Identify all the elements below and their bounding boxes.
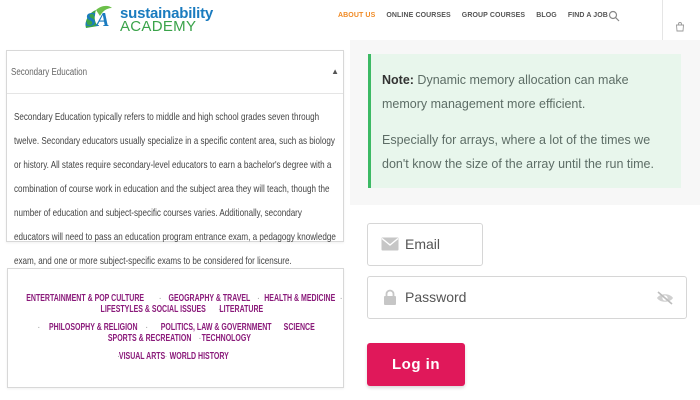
login-button[interactable]: Log in xyxy=(367,343,465,386)
category-link[interactable]: ENTERTAINMENT & POP CULTURE xyxy=(26,293,144,304)
eye-slash-icon[interactable] xyxy=(656,291,674,305)
category-link[interactable]: SCIENCE xyxy=(284,322,315,333)
nav-item-group-courses[interactable]: GROUP COURSES xyxy=(462,12,525,19)
email-field[interactable]: Email xyxy=(367,223,483,266)
site-header: SA sustainability ACADEMY ABOUT US ONLIN… xyxy=(0,0,700,42)
category-separator: · xyxy=(158,293,162,304)
secondary-education-accordion: Secondary Education ▲ Secondary Educatio… xyxy=(6,50,344,267)
logo-name-line2: ACADEMY xyxy=(120,18,197,35)
accordion-title: Secondary Education xyxy=(11,67,88,78)
note-paragraph-1: Note: Dynamic memory allocation can make… xyxy=(382,68,672,116)
category-separator: · xyxy=(256,293,261,304)
cart-icon[interactable] xyxy=(675,22,685,32)
accordion-header[interactable]: Secondary Education ▲ xyxy=(7,51,343,94)
categories-row-2: · PHILOSOPHY & RELIGION · POLITICS, LAW … xyxy=(8,322,343,344)
password-field[interactable]: Password xyxy=(367,276,687,319)
categories-box: ENTERTAINMENT & POP CULTURE · GEOGRAPHY … xyxy=(7,268,344,388)
search-icon[interactable] xyxy=(608,10,620,22)
category-link[interactable]: TECHNOLOGY xyxy=(201,333,250,344)
category-link[interactable]: POLITICS, LAW & GOVERNMENT xyxy=(161,322,272,333)
nav-item-about-us[interactable]: ABOUT US xyxy=(338,12,375,19)
category-link[interactable]: LIFESTYLES & SOCIAL ISSUES xyxy=(101,304,206,315)
nav-item-online-courses[interactable]: ONLINE COURSES xyxy=(386,12,450,19)
category-link[interactable]: SPORTS & RECREATION xyxy=(108,333,191,344)
note-paragraph-2: Especially for arrays, where a lot of th… xyxy=(382,133,654,171)
category-separator: · xyxy=(339,293,343,304)
lock-icon xyxy=(384,289,396,305)
category-link[interactable]: PHILOSOPHY & RELIGION xyxy=(48,322,137,333)
categories-row-3: · VISUAL ARTS · WORLD HISTORY xyxy=(8,351,343,362)
email-placeholder: Email xyxy=(405,236,441,252)
category-link[interactable]: HEALTH & MEDICINE xyxy=(264,293,335,304)
logo-mark-text: SA xyxy=(85,9,109,31)
note-text-1: Dynamic memory allocation can make memor… xyxy=(382,73,629,111)
category-separator: · xyxy=(145,322,149,333)
category-separator: · xyxy=(37,322,41,333)
logo[interactable]: SA sustainability ACADEMY xyxy=(82,2,222,35)
chevron-up-icon[interactable]: ▲ xyxy=(331,67,339,76)
envelope-icon xyxy=(381,237,399,251)
main-nav: ABOUT US ONLINE COURSES GROUP COURSES BL… xyxy=(338,12,619,19)
category-link[interactable]: LITERATURE xyxy=(219,304,263,315)
note-callout: Note: Dynamic memory allocation can make… xyxy=(368,54,681,188)
password-placeholder: Password xyxy=(405,289,467,305)
category-link[interactable]: GEOGRAPHY & TRAVEL xyxy=(168,293,250,304)
note-label: Note: xyxy=(382,73,414,87)
category-link[interactable]: WORLD HISTORY xyxy=(169,351,228,362)
nav-item-blog[interactable]: BLOG xyxy=(536,12,557,19)
nav-item-find-a-job[interactable]: FIND A JOB xyxy=(568,12,608,19)
header-divider xyxy=(662,0,663,42)
category-link[interactable]: VISUAL ARTS xyxy=(119,351,165,362)
accordion-body: Secondary Education typically refers to … xyxy=(14,111,336,267)
logo-mark-icon: SA xyxy=(85,5,112,31)
categories-row-1: ENTERTAINMENT & POP CULTURE · GEOGRAPHY … xyxy=(8,293,343,315)
